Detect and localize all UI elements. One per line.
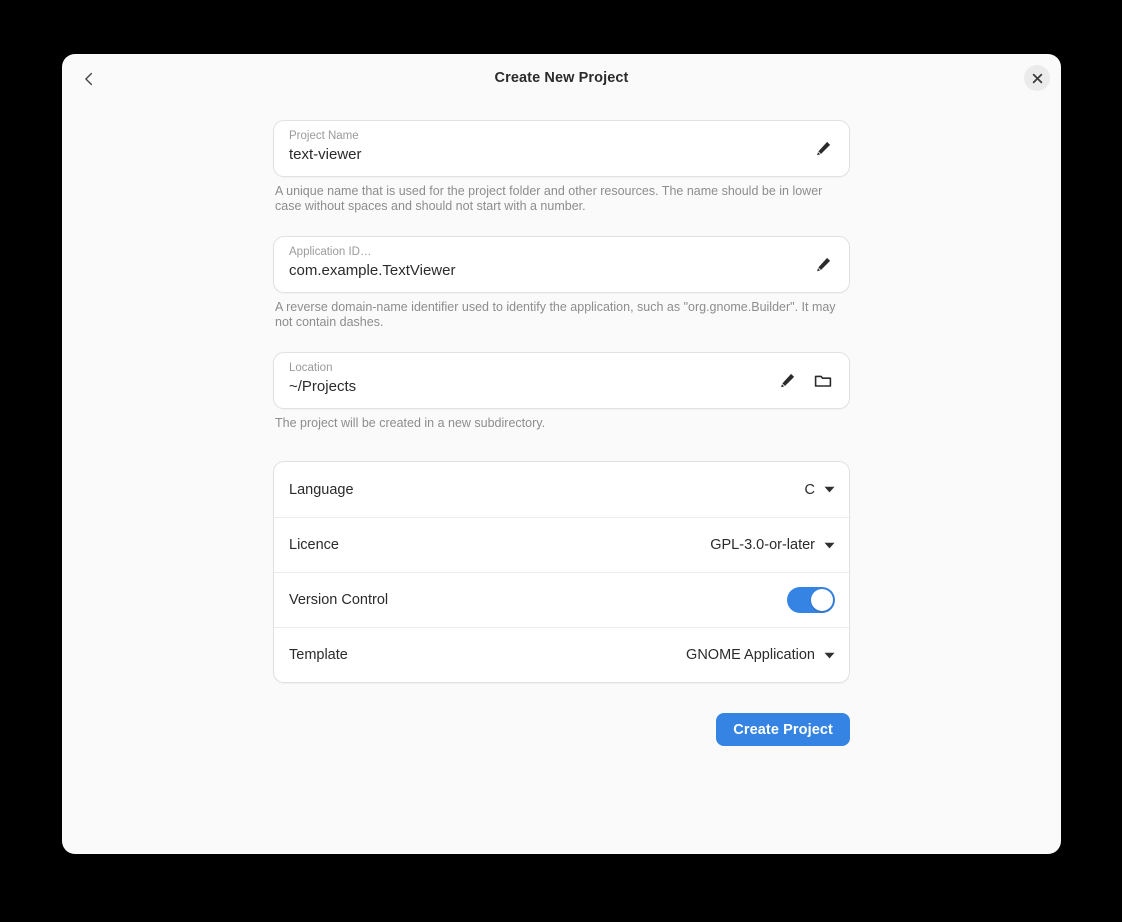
project-name-edit-button[interactable] xyxy=(808,134,838,164)
folder-icon xyxy=(814,372,832,390)
dialog-headerbar: Create New Project xyxy=(62,54,1061,102)
template-value: GNOME Application xyxy=(686,647,815,663)
language-value: C xyxy=(804,481,815,498)
application-id-edit-button[interactable] xyxy=(808,250,838,280)
location-browse-button[interactable] xyxy=(808,366,838,396)
project-options-list: Language C Licence GPL-3.0-or-later Vers… xyxy=(273,461,850,683)
chevron-down-icon[interactable] xyxy=(824,542,835,549)
location-label: Location xyxy=(289,362,333,374)
application-id-label: Application ID… xyxy=(289,246,372,258)
toggle-knob xyxy=(811,589,833,611)
dialog-content: Project Name text-viewer A unique name t… xyxy=(273,120,850,746)
page-title: Create New Project xyxy=(494,70,629,86)
project-name-helper: A unique name that is used for the proje… xyxy=(275,184,823,213)
dialog-footer: Create Project xyxy=(273,683,850,746)
project-name-label: Project Name xyxy=(289,130,359,142)
option-row-licence[interactable]: Licence GPL-3.0-or-later xyxy=(274,517,849,572)
location-actions xyxy=(772,353,838,408)
edit-icon xyxy=(815,256,832,273)
licence-label: Licence xyxy=(289,537,339,553)
project-name-actions xyxy=(808,121,838,176)
licence-value: GPL-3.0-or-later xyxy=(710,537,815,553)
option-row-language[interactable]: Language C xyxy=(274,462,849,517)
application-id-value: com.example.TextViewer xyxy=(289,262,456,279)
chevron-down-icon[interactable] xyxy=(824,652,835,659)
edit-icon xyxy=(779,372,796,389)
location-helper: The project will be created in a new sub… xyxy=(275,416,546,430)
close-icon xyxy=(1032,73,1043,84)
create-new-project-dialog: Create New Project Project Name text-vie… xyxy=(62,54,1061,854)
chevron-down-icon[interactable] xyxy=(824,486,835,493)
project-name-value: text-viewer xyxy=(289,146,362,163)
option-row-version-control[interactable]: Version Control xyxy=(274,572,849,627)
location-value: ~/Projects xyxy=(289,378,357,395)
version-control-label: Version Control xyxy=(289,592,389,608)
close-button[interactable] xyxy=(1024,65,1050,91)
application-id-entry[interactable]: Application ID… com.example.TextViewer xyxy=(273,236,850,293)
create-project-button[interactable]: Create Project xyxy=(716,713,850,746)
project-name-entry[interactable]: Project Name text-viewer xyxy=(273,120,850,177)
edit-icon xyxy=(815,140,832,157)
application-id-actions xyxy=(808,237,838,292)
location-edit-button[interactable] xyxy=(772,366,802,396)
language-label: Language xyxy=(289,481,354,498)
location-entry[interactable]: Location ~/Projects xyxy=(273,352,850,409)
version-control-toggle[interactable] xyxy=(787,587,835,613)
template-label: Template xyxy=(289,647,348,663)
option-row-template[interactable]: Template GNOME Application xyxy=(274,627,849,682)
application-id-helper: A reverse domain-name identifier used to… xyxy=(275,300,836,329)
